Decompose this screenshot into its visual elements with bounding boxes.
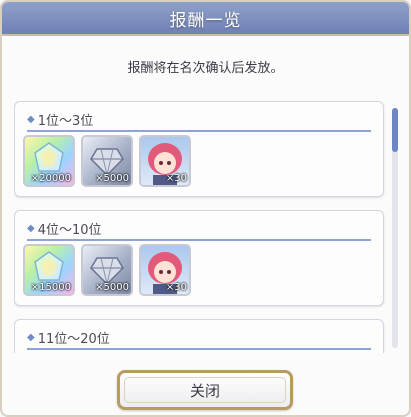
rainbow-jewel-icon[interactable]: ×15000 bbox=[23, 244, 75, 296]
tier-header: ◆ 4位～10位 bbox=[27, 217, 371, 241]
diamond-icon[interactable]: ×5000 bbox=[81, 244, 133, 296]
item-quantity: ×30 bbox=[165, 173, 187, 184]
tier-label: 11位～20位 bbox=[37, 331, 110, 347]
rainbow-jewel-icon[interactable]: ×20000 bbox=[23, 135, 75, 187]
tier-header: ◆ 11位～20位 bbox=[27, 326, 371, 350]
title-bar: 报酬一览 bbox=[2, 2, 409, 36]
diamond-icon[interactable]: ×5000 bbox=[81, 135, 133, 187]
character-portrait-icon[interactable]: ×30 bbox=[139, 244, 191, 296]
tier-items: ×15000 ×5000 ×30 bbox=[23, 244, 191, 300]
item-quantity: ×5000 bbox=[95, 173, 129, 184]
diamond-bullet-icon: ◆ bbox=[27, 222, 35, 234]
reward-list[interactable]: ◆ 1位～3位 ×20000 ×5000 ×30 ◆ 4位～10位 ×15000… bbox=[14, 101, 401, 353]
button-inner-border bbox=[124, 377, 286, 403]
reward-tier: ◆ 11位～20位 bbox=[14, 319, 384, 353]
reward-tier: ◆ 4位～10位 ×15000 ×5000 ×30 bbox=[14, 210, 384, 306]
scrollbar-thumb[interactable] bbox=[392, 108, 398, 152]
reward-notice: 报酬将在名次确认后发放。 bbox=[127, 61, 284, 76]
scrollbar-track[interactable] bbox=[392, 108, 398, 348]
item-quantity: ×20000 bbox=[30, 173, 71, 184]
item-quantity: ×5000 bbox=[95, 282, 129, 293]
dialog-title: 报酬一览 bbox=[169, 10, 242, 31]
tier-label: 1位～3位 bbox=[37, 113, 94, 129]
reward-tier: ◆ 1位～3位 ×20000 ×5000 ×30 bbox=[14, 101, 384, 197]
reward-dialog: 报酬一览 报酬将在名次确认后发放。 ◆ 1位～3位 ×20000 ×5000 ×… bbox=[0, 0, 411, 417]
diamond-bullet-icon: ◆ bbox=[27, 113, 35, 125]
tier-header: ◆ 1位～3位 bbox=[27, 108, 371, 132]
close-button[interactable]: 关闭 bbox=[117, 370, 293, 410]
item-quantity: ×15000 bbox=[30, 282, 71, 293]
tier-items: ×20000 ×5000 ×30 bbox=[23, 135, 191, 191]
diamond-bullet-icon: ◆ bbox=[27, 331, 35, 343]
item-quantity: ×30 bbox=[165, 282, 187, 293]
tier-label: 4位～10位 bbox=[37, 222, 102, 238]
character-portrait-icon[interactable]: ×30 bbox=[139, 135, 191, 187]
